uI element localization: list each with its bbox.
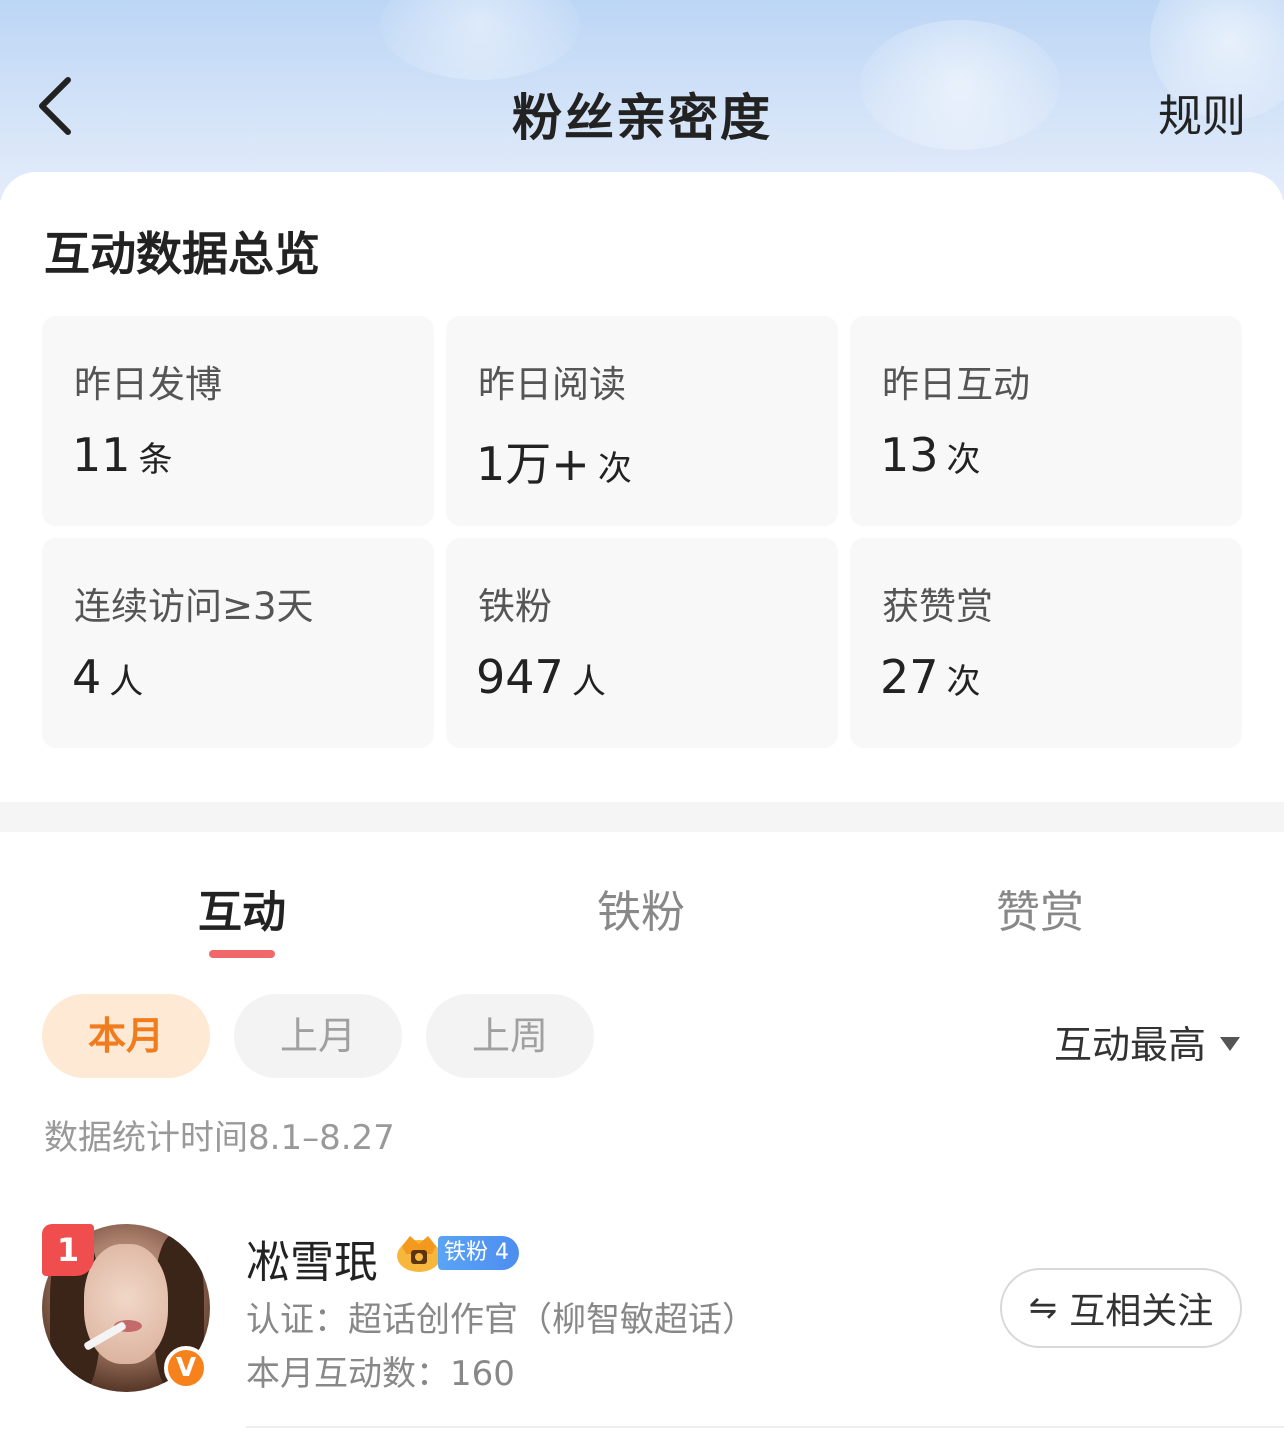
tab-rewards[interactable]: 赞赏 <box>940 876 1140 940</box>
stats-grid: 昨日发博 11 条 昨日阅读 1万+ 次 昨日互动 13 次 连续访问≥3天 4人 铁… <box>42 316 1242 748</box>
tab-interaction[interactable]: 互动 <box>142 876 342 940</box>
stat-value: 11 条 <box>72 428 173 482</box>
section-divider <box>0 802 1284 832</box>
stat-cell[interactable]: 昨日阅读 1万+ 次 <box>446 316 838 526</box>
stat-cell[interactable]: 连续访问≥3天 4人 <box>42 538 434 748</box>
stat-value: 1万+ 次 <box>476 437 632 491</box>
fan-level-badge: 铁粉 4 <box>394 1232 519 1274</box>
stat-label: 铁粉 <box>478 585 552 628</box>
mutual-follow-icon: ⇋ <box>1028 1288 1058 1328</box>
stat-label: 昨日阅读 <box>478 363 626 406</box>
stat-label: 昨日发博 <box>74 363 222 406</box>
stat-cell[interactable]: 获赞赏 27 次 <box>850 538 1242 748</box>
stat-value: 947 人 <box>476 650 606 704</box>
follow-label: 互相关注 <box>1069 1291 1214 1332</box>
user-certification: 认证：超话创作官（柳智敏超话） <box>246 1300 756 1340</box>
rules-button[interactable]: 规则 <box>1158 80 1246 144</box>
tab-iron-fans[interactable]: 铁粉 <box>541 876 741 940</box>
header-decoration <box>380 0 580 80</box>
list-item[interactable]: 1 V 凇雪珉 铁粉 4 认证：超话创作官（柳智敏超话） 本月互动数：160 ⇋… <box>0 1200 1284 1430</box>
stat-value: 4人 <box>72 650 144 704</box>
tab-bar: 互动 铁粉 赞赏 <box>0 832 1284 972</box>
fan-level-text: 铁粉 4 <box>438 1236 519 1270</box>
verified-icon: V <box>164 1346 208 1390</box>
mutual-follow-button[interactable]: ⇋ 互相关注 <box>1000 1268 1242 1348</box>
page-title: 粉丝亲密度 <box>512 89 772 147</box>
stat-label: 获赞赏 <box>882 585 993 628</box>
stats-period: 数据统计时间8.1–8.27 <box>44 1118 395 1158</box>
crown-icon <box>397 1236 441 1272</box>
stat-label: 连续访问≥3天 <box>74 585 314 628</box>
tab-indicator <box>209 950 275 958</box>
sort-label: 互动最高 <box>1053 1023 1206 1067</box>
filter-this-month[interactable]: 本月 <box>42 994 210 1078</box>
stat-cell[interactable]: 昨日发博 11 条 <box>42 316 434 526</box>
overview-card: 互动数据总览 昨日发博 11 条 昨日阅读 1万+ 次 昨日互动 13 次 连续访问≥… <box>0 172 1284 802</box>
triangle-down-icon <box>1220 1036 1240 1051</box>
interaction-count: 本月互动数：160 <box>246 1354 515 1394</box>
header: 粉丝亲密度 规则 <box>0 0 1284 200</box>
stat-cell[interactable]: 铁粉 947 人 <box>446 538 838 748</box>
filter-last-month[interactable]: 上月 <box>234 994 402 1078</box>
list-divider <box>246 1426 1284 1428</box>
stat-label: 昨日互动 <box>882 363 1030 406</box>
stat-value: 27 次 <box>880 650 981 704</box>
user-name[interactable]: 凇雪珉 <box>246 1226 378 1290</box>
stat-value: 13 次 <box>880 428 981 482</box>
section-title: 互动数据总览 <box>44 227 320 281</box>
sort-dropdown[interactable]: 互动最高 <box>1054 1014 1240 1069</box>
rank-badge: 1 <box>42 1224 94 1276</box>
stat-cell[interactable]: 昨日互动 13 次 <box>850 316 1242 526</box>
filter-last-week[interactable]: 上周 <box>426 994 594 1078</box>
